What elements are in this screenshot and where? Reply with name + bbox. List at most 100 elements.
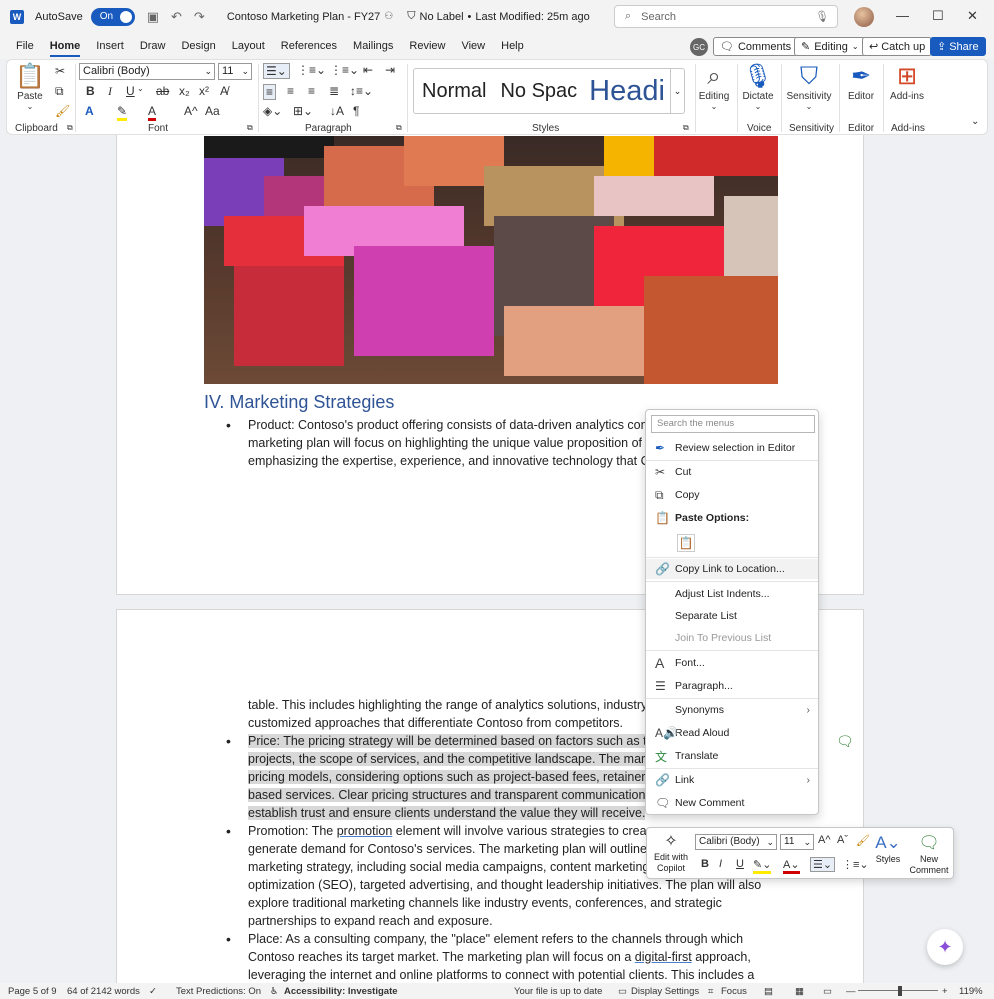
underline-icon[interactable]: U bbox=[126, 84, 135, 98]
sensitivity-button[interactable]: ⛉ Sensitivity ⌄ bbox=[785, 63, 833, 111]
shrink-font-icon[interactable]: Aˇ bbox=[837, 834, 848, 846]
sensitivity-badge[interactable]: ⛉ No Label • Last Modified: 25m ago bbox=[407, 10, 590, 23]
dialog-launcher-icon[interactable]: ⧉ bbox=[247, 123, 253, 133]
line-spacing-icon[interactable]: ↕≡⌄ bbox=[350, 84, 373, 98]
save-icon[interactable]: ▣ bbox=[147, 9, 159, 25]
underline-icon[interactable]: U bbox=[736, 858, 744, 870]
maximize-icon[interactable]: ☐ bbox=[932, 8, 944, 24]
editing-mode-button[interactable]: ✎ Editing ⌄ bbox=[794, 37, 866, 56]
comments-button[interactable]: 🗨 Comments bbox=[713, 37, 799, 56]
format-painter-icon[interactable]: 🖌 bbox=[856, 834, 870, 847]
clear-formatting-icon[interactable]: A̸ bbox=[220, 84, 228, 98]
chevron-down-icon[interactable]: ⌄ bbox=[137, 84, 144, 93]
list-item-line[interactable]: partnerships to expand reach and exposur… bbox=[204, 912, 764, 930]
align-center-icon[interactable]: ≡ bbox=[287, 84, 294, 98]
user-avatar[interactable] bbox=[854, 7, 874, 27]
menu-read-aloud[interactable]: A🔊 Read Aloud bbox=[646, 723, 818, 743]
tab-layout[interactable]: Layout bbox=[232, 36, 265, 56]
comment-marker-icon[interactable]: 🗨 bbox=[836, 733, 854, 750]
decrease-indent-icon[interactable]: ⇤ bbox=[363, 63, 373, 77]
menu-copy-link[interactable]: 🔗 Copy Link to Location... bbox=[646, 559, 818, 579]
dialog-launcher-icon[interactable]: ⧉ bbox=[683, 123, 689, 133]
edit-with-copilot-button[interactable]: ✧ Edit with Copilot bbox=[651, 832, 691, 874]
justify-icon[interactable]: ≣ bbox=[329, 84, 339, 98]
highlight-icon[interactable]: ✎⌄ bbox=[753, 858, 772, 874]
menu-adjust-indents[interactable]: Adjust List Indents... bbox=[646, 584, 818, 604]
tab-draw[interactable]: Draw bbox=[140, 36, 166, 56]
change-case-icon[interactable]: Aa bbox=[205, 104, 220, 118]
microphone-icon[interactable]: 🎙 bbox=[815, 10, 829, 23]
font-size-select[interactable]: 11 ⌄ bbox=[218, 63, 252, 80]
bullets-icon[interactable]: ☰⌄ bbox=[263, 63, 290, 79]
undo-icon[interactable]: ↶ bbox=[171, 9, 182, 25]
menu-paragraph[interactable]: ☰ Paragraph... bbox=[646, 676, 818, 696]
cut-icon[interactable]: ✂ bbox=[55, 64, 65, 78]
collapse-ribbon-icon[interactable]: ⌄ bbox=[971, 116, 979, 127]
tab-insert[interactable]: Insert bbox=[96, 36, 124, 56]
redo-icon[interactable]: ↷ bbox=[194, 9, 205, 25]
proofing-icon[interactable]: ✓ bbox=[149, 986, 157, 997]
tab-review[interactable]: Review bbox=[409, 36, 445, 56]
numbering-icon[interactable]: ⋮≡⌄ bbox=[297, 63, 326, 77]
tab-help[interactable]: Help bbox=[501, 36, 524, 56]
addins-button[interactable]: ⊞ Add-ins bbox=[888, 63, 926, 102]
minimize-icon[interactable]: — bbox=[896, 8, 909, 23]
mini-new-comment-button[interactable]: 🗨 New Comment bbox=[907, 832, 951, 876]
dialog-launcher-icon[interactable]: ⧉ bbox=[396, 123, 402, 133]
print-layout-icon[interactable]: ▦ bbox=[795, 986, 804, 997]
copy-icon[interactable]: ⧉ bbox=[55, 84, 64, 99]
mini-font-select[interactable]: Calibri (Body) ⌄ bbox=[695, 834, 777, 850]
menu-font[interactable]: A Font... bbox=[646, 653, 818, 673]
catch-up-button[interactable]: ↩ Catch up bbox=[862, 37, 933, 56]
coauthor-avatar[interactable]: GC bbox=[690, 38, 708, 56]
highlight-icon[interactable]: ✎ bbox=[117, 104, 128, 121]
list-item-line[interactable]: Contoso reaches its target market. The m… bbox=[204, 948, 764, 966]
text-effects-icon[interactable]: A bbox=[85, 104, 94, 118]
list-item-place[interactable]: Place: As a consulting company, the "pla… bbox=[204, 930, 764, 948]
menu-translate[interactable]: 文 Translate bbox=[646, 746, 818, 766]
display-settings-button[interactable]: Display Settings bbox=[631, 986, 699, 997]
zoom-out-icon[interactable]: — bbox=[846, 986, 856, 997]
font-name-select[interactable]: Calibri (Body) ⌄ bbox=[79, 63, 215, 80]
share-button[interactable]: ⇪ Share bbox=[930, 37, 986, 56]
tab-mailings[interactable]: Mailings bbox=[353, 36, 393, 56]
paste-button[interactable]: 📋 Paste ⌄ bbox=[15, 63, 45, 111]
font-color-icon[interactable]: A bbox=[148, 104, 157, 121]
menu-cut[interactable]: ✂ Cut bbox=[646, 462, 818, 482]
word-count[interactable]: 64 of 2142 words bbox=[67, 986, 140, 997]
grow-font-icon[interactable]: A^ bbox=[184, 104, 198, 118]
multilevel-list-icon[interactable]: ⋮≡⌄ bbox=[330, 63, 359, 77]
editor-button[interactable]: ✒ Editor bbox=[845, 63, 877, 102]
superscript-icon[interactable]: x² bbox=[199, 84, 209, 98]
tab-design[interactable]: Design bbox=[181, 36, 215, 56]
style-heading[interactable]: Headi bbox=[589, 75, 665, 108]
increase-indent-icon[interactable]: ⇥ bbox=[385, 63, 395, 77]
sort-icon[interactable]: ↓A bbox=[330, 104, 344, 118]
section-heading[interactable]: IV. Marketing Strategies bbox=[204, 392, 394, 413]
editing-button[interactable]: ⌕ Editing ⌄ bbox=[697, 63, 731, 111]
focus-button[interactable]: Focus bbox=[721, 986, 747, 997]
tab-view[interactable]: View bbox=[461, 36, 485, 56]
strikethrough-icon[interactable]: ab bbox=[156, 84, 169, 98]
menu-link[interactable]: 🔗 Link › bbox=[646, 770, 818, 790]
list-item-line[interactable]: explore traditional marketing channels l… bbox=[204, 894, 764, 912]
grow-font-icon[interactable]: A^ bbox=[818, 834, 831, 846]
text-predictions[interactable]: Text Predictions: On bbox=[176, 986, 261, 997]
bullets-icon[interactable]: ☰⌄ bbox=[810, 857, 836, 872]
italic-icon[interactable]: I bbox=[719, 858, 722, 870]
shading-icon[interactable]: ◈⌄ bbox=[263, 104, 282, 118]
styles-expand-icon[interactable]: ⌄ bbox=[670, 69, 684, 113]
dictate-button[interactable]: 🎙 Dictate ⌄ bbox=[741, 63, 775, 111]
mini-styles-button[interactable]: A⌄ Styles bbox=[873, 832, 903, 865]
italic-icon[interactable]: I bbox=[108, 84, 112, 99]
menu-copy[interactable]: ⧉ Copy bbox=[646, 485, 818, 505]
colorful-blocks-image[interactable] bbox=[204, 136, 778, 384]
tab-home[interactable]: Home bbox=[49, 36, 80, 57]
font-color-icon[interactable]: A⌄ bbox=[783, 858, 800, 874]
zoom-in-icon[interactable]: + bbox=[942, 986, 948, 997]
zoom-level[interactable]: 119% bbox=[959, 986, 983, 997]
bold-icon[interactable]: B bbox=[86, 84, 95, 98]
read-mode-icon[interactable]: ▤ bbox=[764, 986, 773, 997]
align-left-icon[interactable]: ≡ bbox=[263, 84, 277, 100]
menu-new-comment[interactable]: 🗨 New Comment bbox=[646, 793, 818, 813]
